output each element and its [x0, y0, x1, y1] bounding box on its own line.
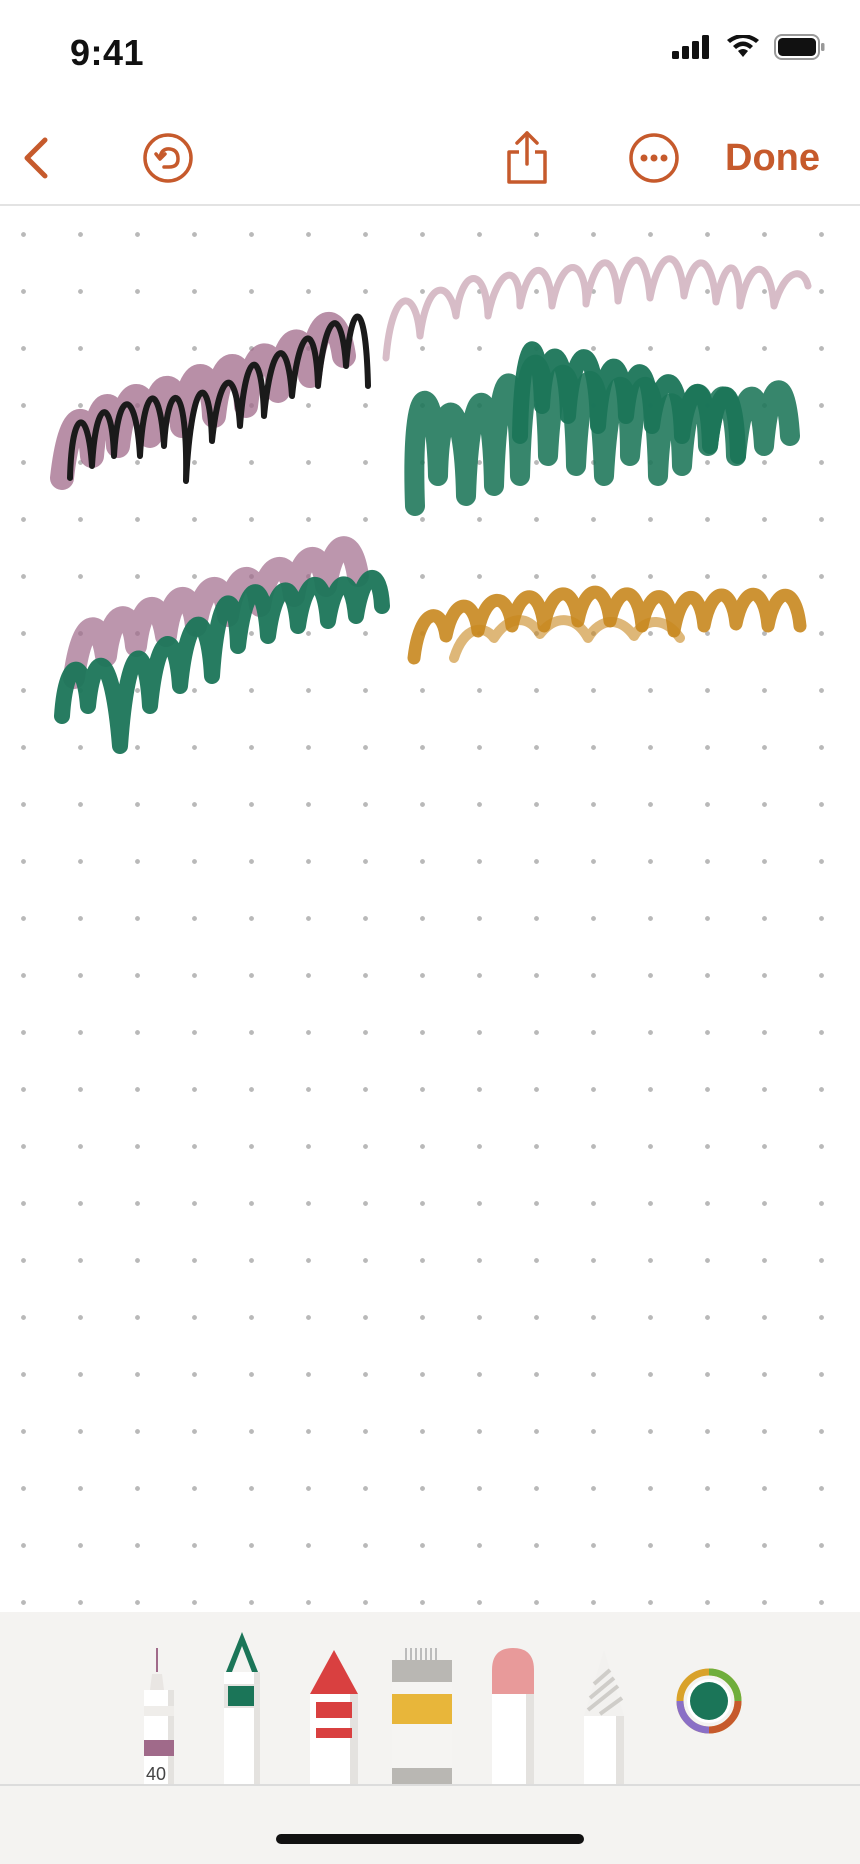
color-picker-button[interactable] — [676, 1668, 742, 1734]
battery-icon — [774, 34, 825, 60]
stroke-light-pink — [382, 255, 812, 362]
status-time: 9:41 — [70, 32, 145, 73]
fineliner-icon — [144, 1648, 174, 1784]
more-options-button[interactable] — [624, 128, 684, 188]
undo-button[interactable] — [138, 128, 198, 188]
color-wheel-icon — [676, 1668, 742, 1734]
marker-tool[interactable] — [218, 1622, 266, 1784]
paint-tube-icon — [392, 1648, 452, 1784]
crayon-tool[interactable] — [308, 1646, 360, 1784]
share-button[interactable] — [497, 128, 557, 188]
undo-icon — [143, 133, 193, 183]
fineliner-width-label: 40 — [145, 1764, 167, 1784]
pencil-tool[interactable] — [580, 1646, 628, 1784]
home-indicator — [276, 1834, 584, 1844]
stroke-orange-faint — [449, 615, 685, 663]
marker-icon — [224, 1632, 260, 1784]
back-button[interactable] — [6, 128, 66, 188]
tool-tray: 40 — [0, 1612, 860, 1786]
drawing-canvas[interactable] — [0, 206, 860, 1612]
wifi-icon — [727, 35, 759, 57]
status-icons — [672, 34, 826, 60]
pencil-icon — [584, 1650, 624, 1784]
share-icon — [507, 131, 547, 184]
toolbar: Done — [0, 110, 860, 206]
paint-tube-tool[interactable] — [390, 1644, 454, 1784]
status-bar: 9:41 — [0, 0, 860, 110]
done-button[interactable]: Done — [725, 128, 820, 188]
crayon-icon — [310, 1650, 358, 1784]
chevron-left-icon — [24, 137, 48, 179]
ink-strokes — [50, 255, 812, 754]
eraser-icon — [492, 1648, 534, 1784]
home-area — [0, 1786, 860, 1864]
cellular-signal-icon — [672, 35, 709, 59]
fineliner-tool[interactable]: 40 — [132, 1644, 180, 1784]
ellipsis-circle-icon — [629, 133, 679, 183]
eraser-tool[interactable] — [488, 1644, 538, 1784]
